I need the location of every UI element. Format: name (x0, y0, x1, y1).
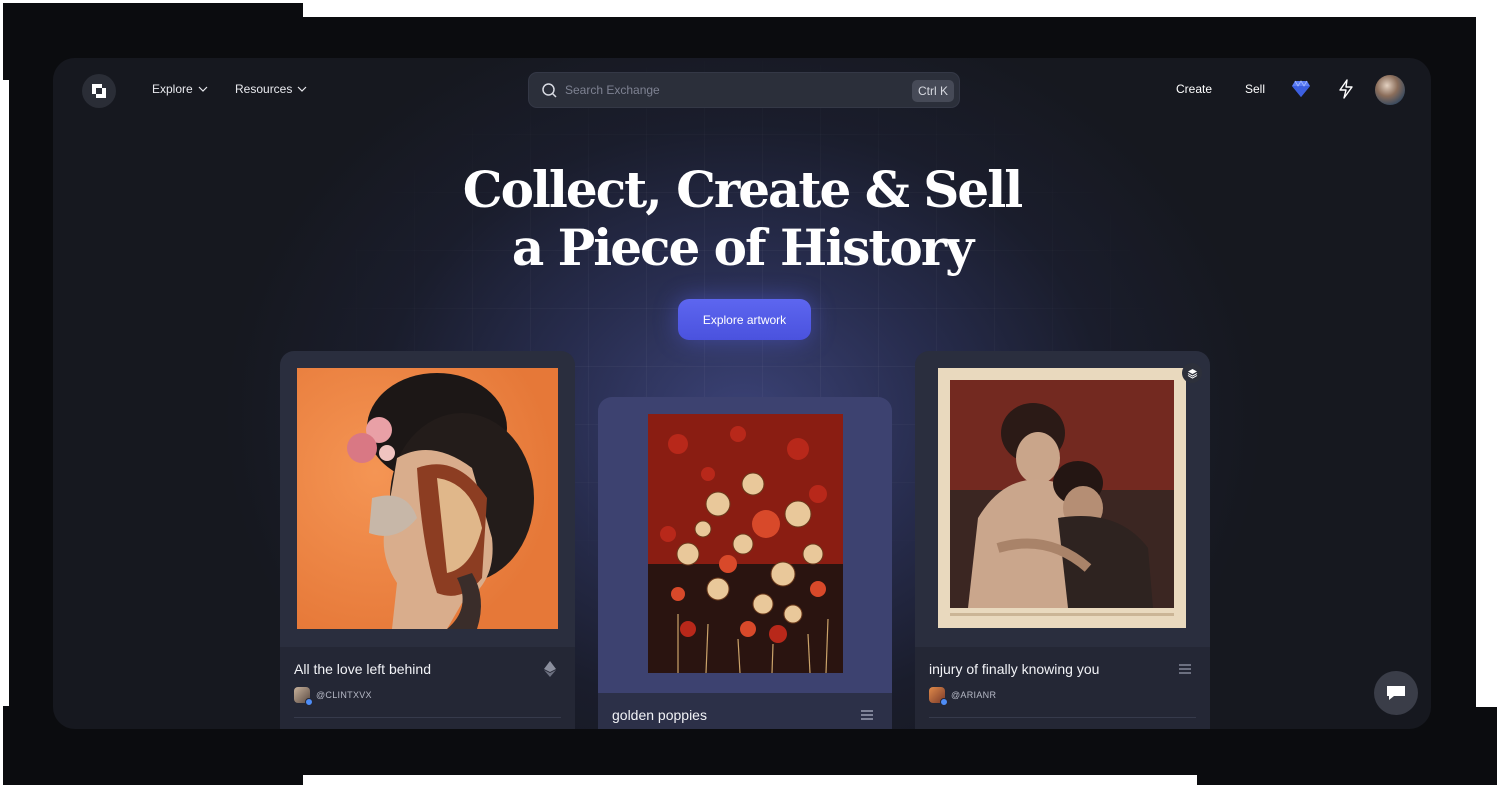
screenshot-frame: Explore Resources Ctrl K Create Sell (0, 0, 1500, 788)
card-footer: All the love left behind @CLINTXVX (280, 647, 575, 729)
app-window: Explore Resources Ctrl K Create Sell (53, 58, 1431, 729)
frame-edge-bottom (303, 775, 1197, 788)
diamond-icon (1292, 80, 1310, 97)
explore-menu[interactable]: Explore (152, 82, 208, 96)
frame-edge-right (1476, 17, 1500, 707)
layers-icon (1187, 368, 1197, 379)
divider (294, 717, 561, 718)
search-icon (542, 82, 557, 98)
card-author[interactable]: @ARIANR (929, 687, 997, 706)
hero-title-line-1: Collect, Create & Sell (462, 160, 1023, 219)
search-input[interactable] (565, 83, 895, 97)
list-icon (861, 710, 873, 720)
artwork-image (648, 414, 843, 673)
card-title: injury of finally knowing you (929, 661, 1100, 677)
author-avatar (929, 687, 948, 706)
search-bar[interactable]: Ctrl K (528, 72, 960, 108)
hero-title-line-2: a Piece of History (511, 218, 974, 277)
logo-icon (92, 84, 106, 98)
verified-icon (940, 698, 948, 706)
card-title: All the love left behind (294, 661, 431, 677)
resources-menu-label: Resources (235, 82, 293, 96)
divider (929, 717, 1196, 718)
home-logo[interactable] (82, 74, 116, 108)
ethereum-icon (544, 661, 556, 677)
search-shortcut-badge: Ctrl K (912, 80, 954, 102)
diamond-button[interactable] (1290, 78, 1312, 100)
chevron-down-icon (297, 86, 307, 92)
activity-button[interactable] (1335, 78, 1357, 100)
card-footer: golden poppies (598, 693, 892, 729)
card-footer: injury of finally knowing you @ARIANR (915, 647, 1210, 729)
author-handle: @ARIANR (951, 690, 997, 700)
resources-menu[interactable]: Resources (235, 82, 307, 96)
card-author[interactable]: @CLINTXVX (294, 687, 372, 706)
user-avatar[interactable] (1375, 75, 1405, 105)
explore-artwork-button[interactable]: Explore artwork (678, 299, 811, 340)
frame-edge-left (0, 80, 9, 706)
card-title: golden poppies (612, 707, 707, 723)
verified-icon (305, 698, 313, 706)
artwork-image (297, 368, 558, 629)
artwork-image (938, 368, 1186, 628)
frame-edge-top (303, 0, 1500, 17)
author-handle: @CLINTXVX (316, 690, 372, 700)
create-link[interactable]: Create (1176, 82, 1212, 96)
artwork-card[interactable]: All the love left behind @CLINTXVX (280, 351, 575, 729)
list-icon (1179, 664, 1191, 674)
collection-badge (1182, 363, 1202, 383)
explore-menu-label: Explore (152, 82, 193, 96)
author-avatar (294, 687, 313, 706)
artwork-card[interactable]: injury of finally knowing you @ARIANR (915, 351, 1210, 729)
lightning-icon (1339, 79, 1353, 99)
chat-button[interactable] (1374, 671, 1418, 715)
chevron-down-icon (198, 86, 208, 92)
chat-icon (1387, 686, 1405, 700)
artwork-card[interactable]: golden poppies (598, 397, 892, 729)
sell-link[interactable]: Sell (1245, 82, 1265, 96)
